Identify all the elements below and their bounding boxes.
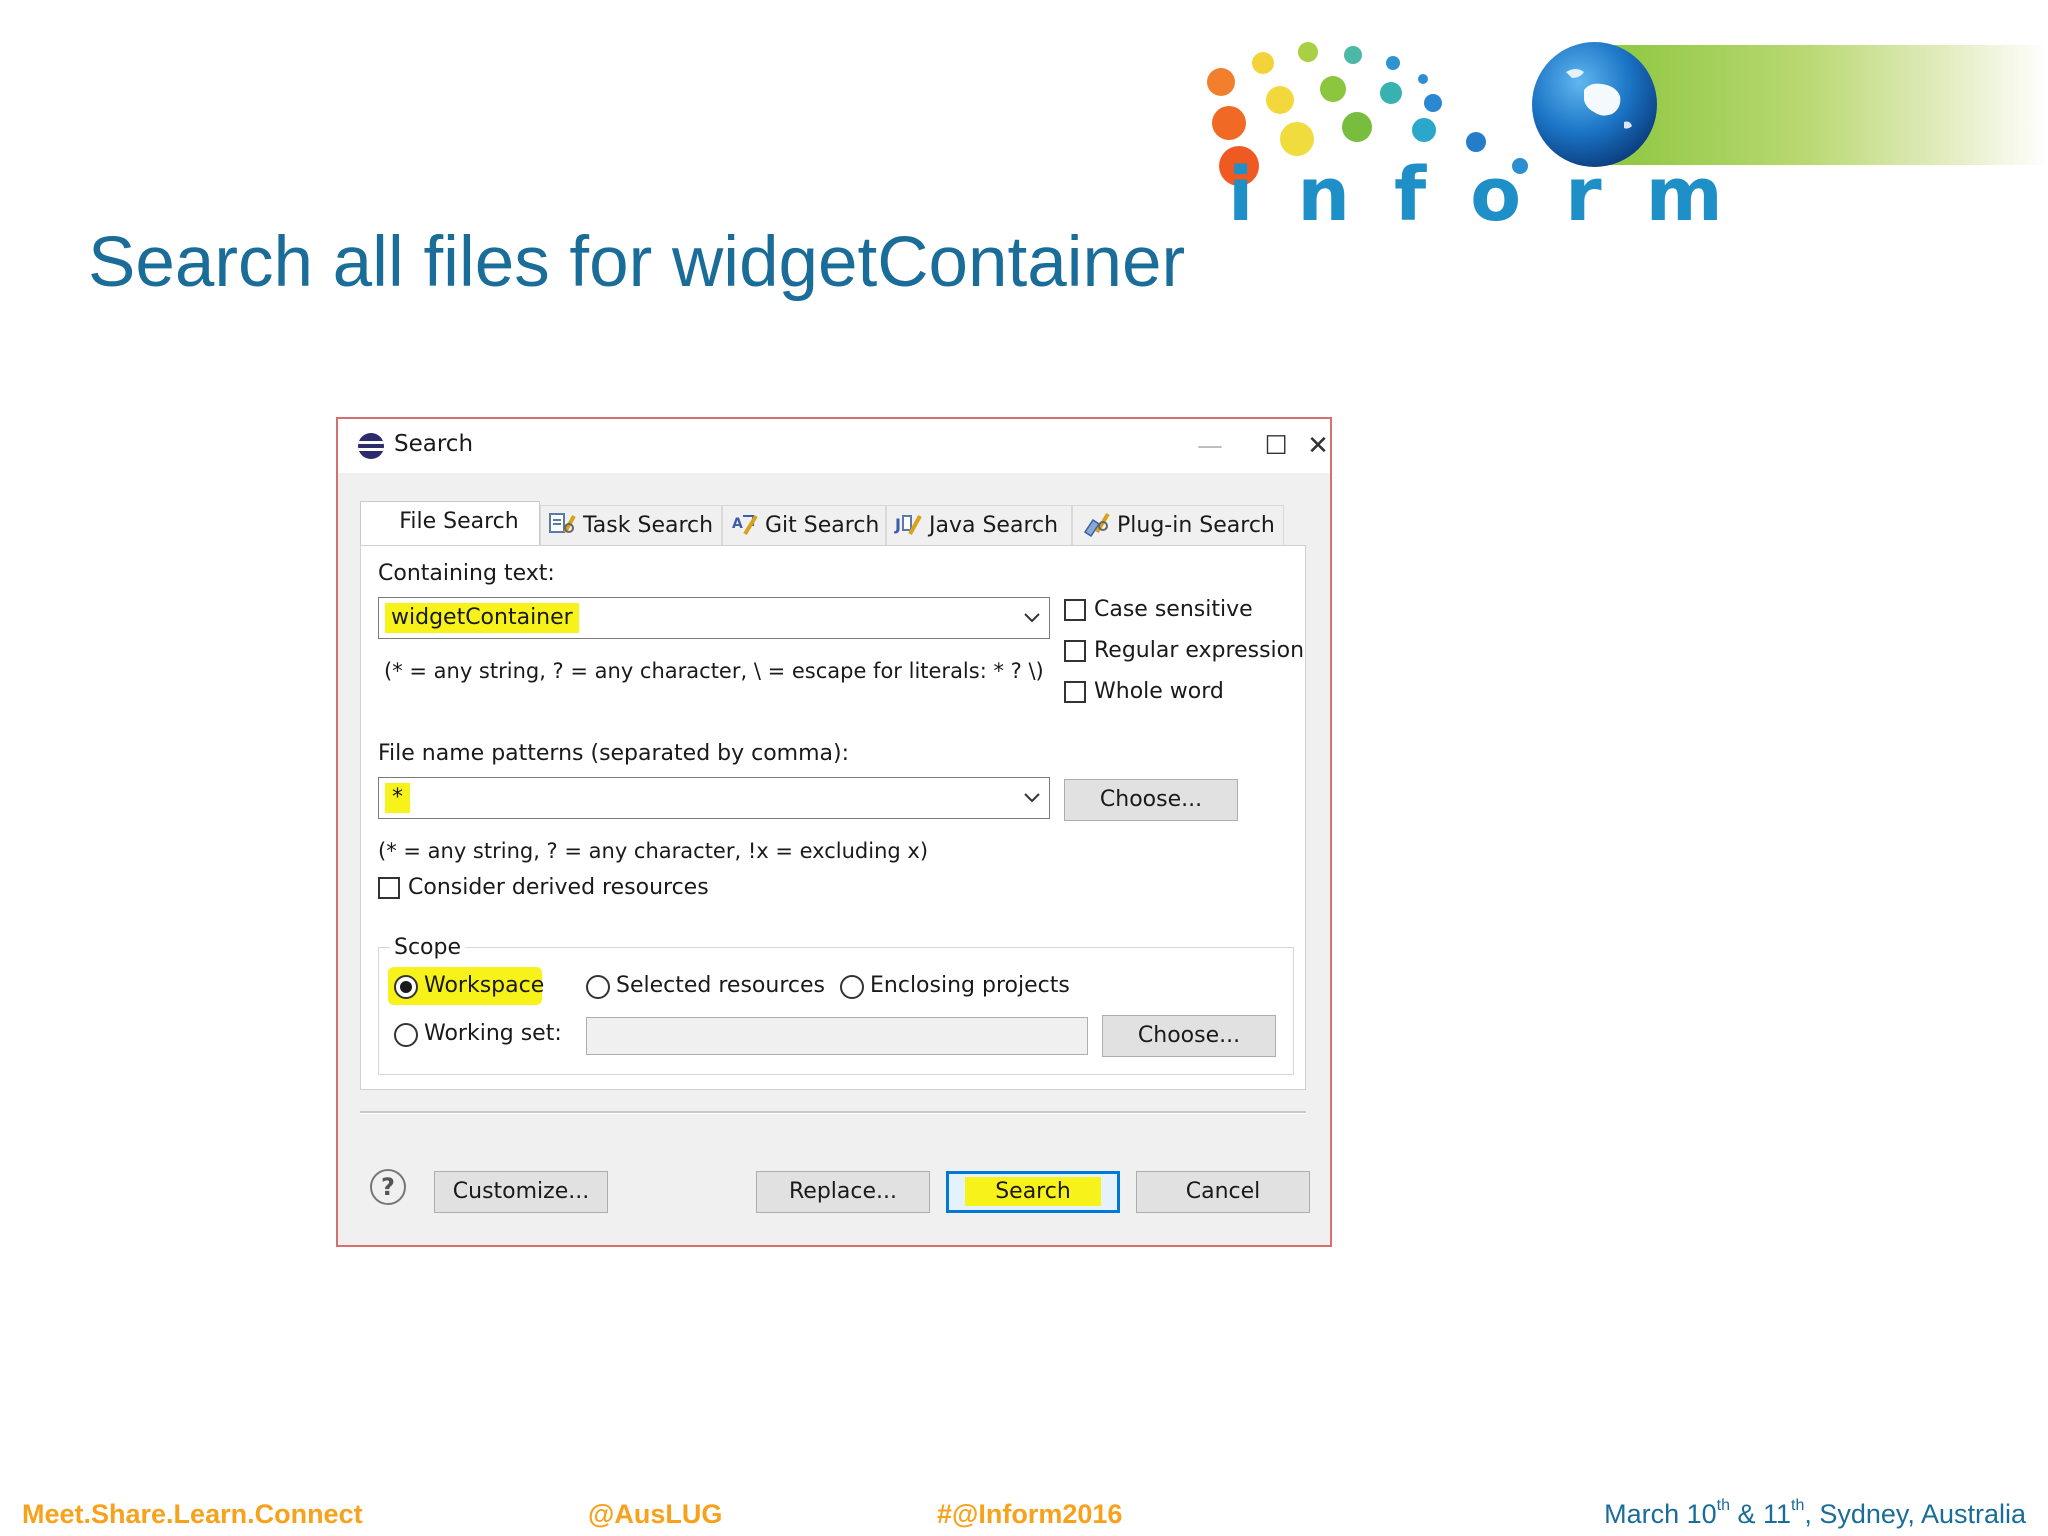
help-icon[interactable]: ? <box>370 1169 406 1205</box>
dialog-title: Search <box>394 431 474 457</box>
logo-gradient-band <box>1600 45 2048 165</box>
customize-button[interactable]: Customize... <box>434 1171 608 1213</box>
working-set-choose-button[interactable]: Choose... <box>1102 1015 1276 1057</box>
git-icon: A <box>732 514 758 536</box>
selected-resources-radio[interactable] <box>586 975 610 999</box>
footer-date-part: , Sydney, Australia <box>1804 1499 2026 1529</box>
consider-derived-checkbox[interactable] <box>378 877 400 899</box>
file-name-patterns-label: File name patterns (separated by comma): <box>378 741 850 766</box>
file-patterns-choose-button[interactable]: Choose... <box>1064 779 1238 821</box>
chevron-down-icon[interactable] <box>1021 786 1043 808</box>
workspace-radio[interactable] <box>394 975 418 999</box>
tab-git-search[interactable]: A Git Search <box>722 505 886 545</box>
footer-date-sup: th <box>1716 1497 1730 1514</box>
logo-wordmark: inform <box>1228 152 1767 238</box>
regular-expression-label: Regular expression <box>1094 638 1305 663</box>
working-set-field[interactable] <box>586 1017 1088 1055</box>
replace-button[interactable]: Replace... <box>756 1171 930 1213</box>
containing-text-label: Containing text: <box>378 561 555 586</box>
tab-java-search[interactable]: J Java Search <box>886 505 1072 545</box>
footer-date: March 10th & 11th, Sydney, Australia <box>1604 1497 2026 1530</box>
working-set-radio[interactable] <box>394 1023 418 1047</box>
cancel-button[interactable]: Cancel <box>1136 1171 1310 1213</box>
file-name-patterns-value: * <box>385 783 410 813</box>
scope-label: Scope <box>390 935 466 960</box>
search-button[interactable]: Search <box>946 1171 1120 1213</box>
footer-date-sup: th <box>1791 1497 1805 1514</box>
tab-label: Plug-in Search <box>1117 513 1275 538</box>
workspace-label: Workspace <box>424 973 545 998</box>
working-set-label: Working set: <box>424 1021 562 1046</box>
file-name-patterns-combo[interactable]: * <box>378 777 1050 819</box>
regular-expression-checkbox[interactable] <box>1064 640 1086 662</box>
containing-text-combo[interactable]: widgetContainer <box>378 597 1050 639</box>
tab-label: Git Search <box>765 513 880 538</box>
whole-word-label: Whole word <box>1094 679 1224 704</box>
tab-plugin-search[interactable]: Plug-in Search <box>1072 505 1284 545</box>
enclosing-projects-radio[interactable] <box>840 975 864 999</box>
java-icon: J <box>894 515 922 535</box>
footer-date-part: March 10 <box>1604 1499 1717 1529</box>
svg-text:A: A <box>732 516 743 532</box>
footer-date-part: & 11 <box>1729 1499 1792 1529</box>
case-sensitive-label: Case sensitive <box>1094 597 1253 622</box>
whole-word-checkbox[interactable] <box>1064 681 1086 703</box>
maximize-button[interactable]: ☐ <box>1254 427 1298 465</box>
footer-hashtag: #@Inform2016 <box>937 1499 1123 1529</box>
consider-derived-label: Consider derived resources <box>408 875 709 900</box>
tab-task-search[interactable]: Task Search <box>540 505 722 545</box>
tab-label: File Search <box>399 509 519 534</box>
plugin-icon <box>1083 512 1110 538</box>
tab-label: Task Search <box>583 513 714 538</box>
minimize-button[interactable]: — <box>1188 427 1232 465</box>
footer-tagline: Meet.Share.Learn.Connect <box>22 1499 363 1529</box>
footer-handle: @AusLUG <box>588 1499 723 1529</box>
tab-label: Java Search <box>929 513 1059 538</box>
dialog-titlebar: Search — ☐ ✕ <box>338 419 1330 473</box>
enclosing-projects-label: Enclosing projects <box>870 973 1070 998</box>
close-button[interactable]: ✕ <box>1296 427 1340 465</box>
eclipse-icon <box>358 433 384 459</box>
file-name-patterns-hint: (* = any string, ? = any character, !x =… <box>378 839 929 863</box>
case-sensitive-checkbox[interactable] <box>1064 599 1086 621</box>
search-dialog: Search — ☐ ✕ File Search Task Search A Gi… <box>336 417 1332 1247</box>
tab-file-search[interactable]: File Search <box>360 501 540 547</box>
chevron-down-icon[interactable] <box>1021 606 1043 628</box>
inform-logo: inform <box>0 0 2048 240</box>
svg-text:J: J <box>894 515 901 534</box>
globe-icon <box>1532 42 1657 167</box>
containing-text-hint: (* = any string, ? = any character, \ = … <box>384 659 1044 683</box>
separator <box>360 1111 1306 1114</box>
search-button-label: Search <box>965 1177 1101 1206</box>
task-icon <box>549 513 576 533</box>
containing-text-value: widgetContainer <box>385 603 579 633</box>
selected-resources-label: Selected resources <box>616 973 825 998</box>
